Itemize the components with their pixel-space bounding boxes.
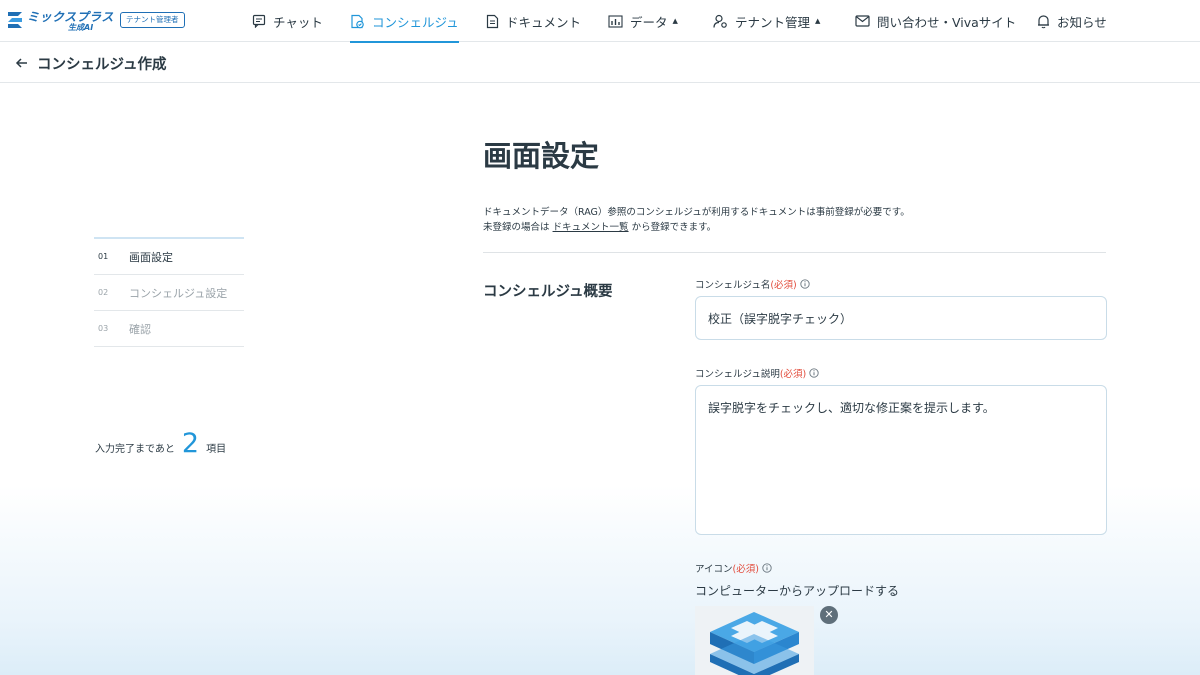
- description-prefix: 未登録の場合は: [483, 222, 550, 233]
- step-navigation: 01 画面設定 02 コンシェルジュ設定 03 確認: [94, 237, 244, 347]
- caret-up-icon: ▲: [815, 17, 821, 25]
- field-label-text: コンシェルジュ名: [695, 280, 771, 291]
- page-title: 画面設定: [483, 139, 600, 173]
- user-settings-icon: [713, 14, 727, 28]
- role-badge: テナント管理者: [120, 12, 185, 28]
- nav-item-chat[interactable]: チャット: [252, 0, 323, 42]
- nav-item-document[interactable]: ドキュメント: [486, 0, 581, 42]
- concierge-description-textarea[interactable]: 誤字脱字をチェックし、適切な修正案を提示します。: [695, 385, 1107, 535]
- remove-icon-button[interactable]: ✕: [820, 606, 838, 624]
- concierge-icon: [351, 14, 364, 28]
- page-subheader: コンシェルジュ作成: [0, 43, 1200, 83]
- field-label-text: コンシェルジュ説明: [695, 369, 780, 380]
- page-header-title: コンシェルジュ作成: [37, 57, 167, 73]
- upload-from-computer-link[interactable]: コンピューターからアップロードする: [695, 582, 899, 599]
- chat-icon: [252, 14, 266, 28]
- nav-label-notice: お知らせ: [1057, 14, 1107, 30]
- nav-label-tenant-management: テナント管理: [735, 14, 811, 30]
- nav-label-concierge: コンシェルジュ: [372, 14, 459, 30]
- icon-preview-image: [695, 606, 814, 675]
- step-label: 確認: [129, 322, 151, 336]
- info-icon[interactable]: [800, 279, 810, 289]
- info-icon[interactable]: [809, 368, 819, 378]
- nav-item-contact[interactable]: 問い合わせ・Vivaサイト: [855, 0, 1016, 42]
- required-mark: (必須): [770, 280, 797, 291]
- document-icon: [486, 14, 499, 28]
- page-description: ドキュメントデータ（RAG）参照のコンシェルジュが利用するドキュメントは事前登録…: [483, 205, 910, 235]
- concierge-logo-icon: [710, 612, 799, 675]
- step-number: 02: [98, 288, 109, 297]
- required-mark: (必須): [732, 564, 759, 575]
- section-title: コンシェルジュ概要: [483, 284, 613, 300]
- bell-icon: [1038, 14, 1049, 28]
- nav-label-chat: チャット: [273, 14, 323, 30]
- step-number: 03: [98, 324, 109, 333]
- concierge-name-input[interactable]: [695, 296, 1107, 340]
- top-navigation: ミックスプラス 生成AI テナント管理者 チャット コンシェルジュ ドキュメント: [0, 0, 1200, 43]
- nav-label-data: データ: [630, 14, 668, 30]
- chart-icon: [608, 14, 623, 28]
- step-label: 画面設定: [129, 250, 173, 264]
- step-item-confirm[interactable]: 03 確認: [94, 311, 244, 347]
- step-item-concierge-settings[interactable]: 02 コンシェルジュ設定: [94, 275, 244, 311]
- description-line-2: 未登録の場合は ドキュメント一覧 から登録できます。: [483, 220, 910, 235]
- remaining-count: 2: [181, 428, 200, 459]
- nav-label-contact: 問い合わせ・Vivaサイト: [877, 14, 1017, 30]
- step-label: コンシェルジュ設定: [129, 286, 228, 300]
- concierge-description-label: コンシェルジュ説明 (必須): [695, 366, 819, 380]
- brand-logo-icon: [8, 12, 22, 28]
- required-mark: (必須): [779, 369, 807, 380]
- remaining-prefix: 入力完了まであと: [95, 444, 175, 455]
- remaining-suffix: 項目: [206, 444, 227, 455]
- mail-icon: [855, 15, 870, 27]
- nav-item-data[interactable]: データ ▲: [608, 0, 678, 42]
- document-list-link[interactable]: ドキュメント一覧: [553, 222, 629, 233]
- concierge-name-label: コンシェルジュ名 (必須): [695, 277, 810, 291]
- brand-sub: 生成AI: [68, 23, 94, 32]
- remaining-items-counter: 入力完了まであと 2 項目: [95, 430, 226, 457]
- step-number: 01: [98, 252, 109, 261]
- icon-label: アイコン (必須): [695, 561, 772, 575]
- field-label-text: アイコン: [695, 564, 733, 575]
- nav-item-concierge[interactable]: コンシェルジュ: [350, 0, 459, 43]
- back-arrow-icon[interactable]: [14, 55, 30, 71]
- description-suffix: から登録できます。: [631, 222, 717, 233]
- step-item-screen-settings[interactable]: 01 画面設定: [94, 239, 244, 275]
- info-icon[interactable]: [762, 563, 772, 573]
- nav-item-tenant-management[interactable]: テナント管理 ▲: [713, 0, 820, 42]
- nav-item-notice[interactable]: お知らせ: [1037, 0, 1107, 42]
- brand-logo[interactable]: ミックスプラス 生成AI: [6, 8, 113, 34]
- caret-up-icon: ▲: [672, 17, 678, 25]
- description-line-1: ドキュメントデータ（RAG）参照のコンシェルジュが利用するドキュメントは事前登録…: [483, 207, 910, 218]
- section-divider: [483, 252, 1106, 253]
- nav-label-document: ドキュメント: [506, 14, 582, 30]
